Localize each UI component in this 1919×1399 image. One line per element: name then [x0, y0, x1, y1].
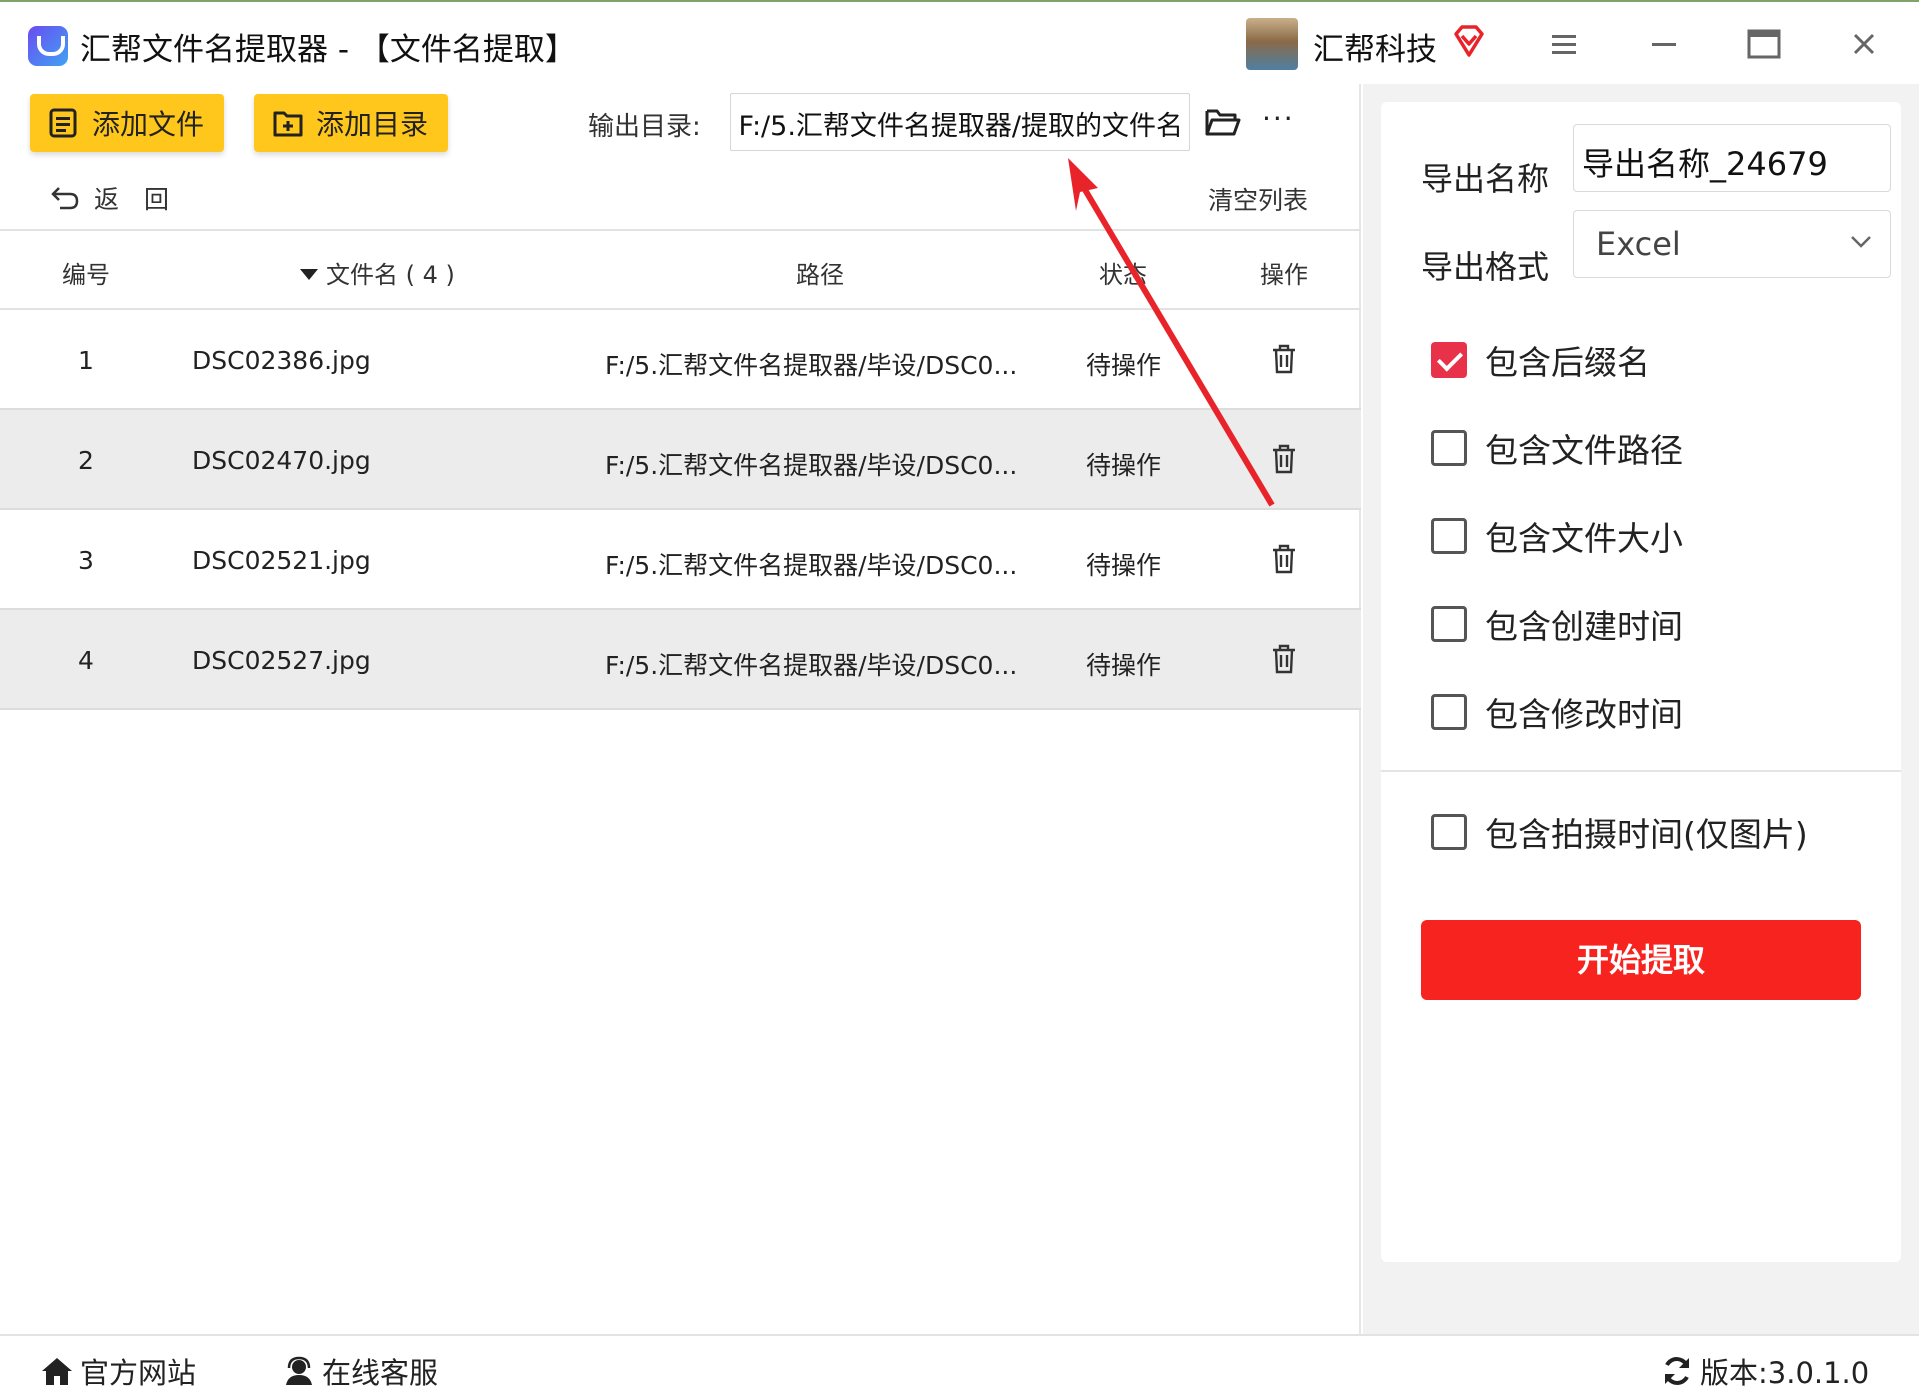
option-label: 包含创建时间 [1485, 607, 1683, 646]
add-directory-label: 添加目录 [316, 108, 429, 141]
header-filename[interactable]: 文件名 ( 4 ) [300, 255, 455, 290]
row-filename: DSC02386.jpg [192, 346, 371, 375]
close-icon[interactable] [1842, 22, 1886, 66]
official-site-label: 官方网站 [80, 1356, 197, 1390]
option-label: 包含修改时间 [1485, 695, 1683, 734]
add-file-button[interactable]: 添加文件 [30, 94, 224, 152]
option-include-size[interactable]: 包含文件大小 [1431, 512, 1683, 560]
trash-icon[interactable] [1270, 444, 1298, 474]
option-include-extension[interactable]: 包含后缀名 [1431, 336, 1650, 384]
trash-icon[interactable] [1270, 644, 1298, 674]
add-file-icon [49, 108, 77, 138]
table-row[interactable]: 1 DSC02386.jpg F:/5.汇帮文件名提取器/毕设/DSC0... … [0, 310, 1361, 410]
header-filename-label: 文件名 ( 4 ) [326, 261, 455, 289]
row-status: 待操作 [1086, 551, 1162, 580]
row-filename: DSC02527.jpg [192, 646, 371, 675]
file-table: 编号 文件名 ( 4 ) 路径 状态 操作 1 DSC02386.jpg F:/… [0, 229, 1361, 710]
checkbox[interactable] [1431, 518, 1467, 554]
app-logo-icon [28, 26, 68, 66]
export-name-label: 导出名称 [1421, 160, 1550, 198]
output-dir-field[interactable]: F:/5.汇帮文件名提取器/提取的文件名 [730, 93, 1190, 151]
row-number: 3 [78, 546, 94, 575]
option-label: 包含后缀名 [1485, 343, 1650, 382]
start-extract-button[interactable]: 开始提取 [1421, 920, 1861, 1000]
home-icon [42, 1358, 72, 1385]
back-button[interactable]: 返 回 [50, 180, 169, 216]
output-dir-label: 输出目录: [588, 112, 701, 142]
version-info[interactable]: 版本:3.0.1.0 [1660, 1350, 1869, 1392]
customer-service-icon [286, 1356, 312, 1385]
table-row[interactable]: 2 DSC02470.jpg F:/5.汇帮文件名提取器/毕设/DSC0... … [0, 410, 1361, 510]
online-service-label: 在线客服 [322, 1356, 439, 1390]
official-site-link[interactable]: 官方网站 [40, 1350, 196, 1392]
option-label: 包含文件大小 [1485, 519, 1683, 558]
option-label: 包含拍摄时间(仅图片) [1485, 815, 1808, 854]
add-file-label: 添加文件 [92, 108, 205, 141]
row-filename: DSC02521.jpg [192, 546, 371, 575]
vip-diamond-icon[interactable] [1452, 24, 1486, 58]
minimize-icon[interactable] [1642, 22, 1686, 66]
table-row[interactable]: 3 DSC02521.jpg F:/5.汇帮文件名提取器/毕设/DSC0... … [0, 510, 1361, 610]
option-include-modified-time[interactable]: 包含修改时间 [1431, 688, 1683, 736]
row-number: 1 [78, 346, 94, 375]
add-folder-icon [273, 111, 303, 137]
row-number: 4 [78, 646, 94, 675]
add-directory-button[interactable]: 添加目录 [254, 94, 448, 152]
trash-icon[interactable] [1270, 344, 1298, 374]
title-bar: 汇帮文件名提取器 - 【文件名提取】 汇帮科技 [0, 0, 1919, 84]
option-include-path[interactable]: 包含文件路径 [1431, 424, 1683, 472]
export-format-select[interactable]: Excel [1573, 210, 1891, 278]
option-include-created-time[interactable]: 包含创建时间 [1431, 600, 1683, 648]
header-operation: 操作 [1260, 261, 1308, 289]
back-arrow-icon [51, 187, 79, 210]
row-status: 待操作 [1086, 351, 1162, 380]
row-filename: DSC02470.jpg [192, 446, 371, 475]
option-label: 包含文件路径 [1485, 431, 1683, 470]
back-label: 返 回 [94, 185, 170, 214]
row-path: F:/5.汇帮文件名提取器/毕设/DSC0... [605, 651, 1018, 680]
table-header: 编号 文件名 ( 4 ) 路径 状态 操作 [0, 229, 1361, 310]
footer: 官方网站 在线客服 版本:3.0.1.0 [0, 1334, 1919, 1399]
sort-caret-icon [300, 269, 318, 280]
export-format-label: 导出格式 [1421, 248, 1550, 286]
checkbox[interactable] [1431, 342, 1467, 378]
checkbox[interactable] [1431, 814, 1467, 850]
trash-icon[interactable] [1270, 544, 1298, 574]
chevron-down-icon [1851, 236, 1871, 248]
checkbox[interactable] [1431, 606, 1467, 642]
more-options-icon[interactable]: ··· [1262, 105, 1295, 133]
settings-pane: 导出名称 导出名称_24679 导出格式 Excel 包含后缀名 包含文件路径 … [1363, 84, 1919, 1334]
company-name: 汇帮科技 [1313, 32, 1437, 68]
file-list-pane: 添加文件 添加目录 输出目录: F:/5.汇帮文件名提取器/提取的文件名 ···… [0, 84, 1361, 1334]
row-path: F:/5.汇帮文件名提取器/毕设/DSC0... [605, 451, 1018, 480]
checkbox[interactable] [1431, 430, 1467, 466]
folder-open-icon[interactable] [1204, 106, 1242, 138]
header-status: 状态 [1099, 261, 1147, 289]
table-row[interactable]: 4 DSC02527.jpg F:/5.汇帮文件名提取器/毕设/DSC0... … [0, 610, 1361, 710]
header-path: 路径 [796, 261, 844, 289]
option-include-shot-time[interactable]: 包含拍摄时间(仅图片) [1431, 808, 1808, 856]
divider [1381, 770, 1901, 772]
row-path: F:/5.汇帮文件名提取器/毕设/DSC0... [605, 351, 1018, 380]
row-status: 待操作 [1086, 651, 1162, 680]
row-number: 2 [78, 446, 94, 475]
online-service-link[interactable]: 在线客服 [282, 1350, 438, 1392]
checkbox[interactable] [1431, 694, 1467, 730]
export-name-input[interactable]: 导出名称_24679 [1573, 124, 1891, 192]
user-avatar[interactable] [1246, 18, 1298, 70]
menu-icon[interactable] [1542, 22, 1586, 66]
settings-card: 导出名称 导出名称_24679 导出格式 Excel 包含后缀名 包含文件路径 … [1381, 102, 1901, 1262]
maximize-icon[interactable] [1742, 22, 1786, 66]
version-label: 版本:3.0.1.0 [1700, 1356, 1870, 1390]
window-title: 汇帮文件名提取器 - 【文件名提取】 [80, 32, 576, 68]
row-status: 待操作 [1086, 451, 1162, 480]
row-path: F:/5.汇帮文件名提取器/毕设/DSC0... [605, 551, 1018, 580]
refresh-icon [1665, 1357, 1689, 1385]
clear-list-button[interactable]: 清空列表 [1208, 181, 1308, 217]
export-format-value: Excel [1596, 225, 1681, 263]
header-number: 编号 [62, 261, 110, 289]
